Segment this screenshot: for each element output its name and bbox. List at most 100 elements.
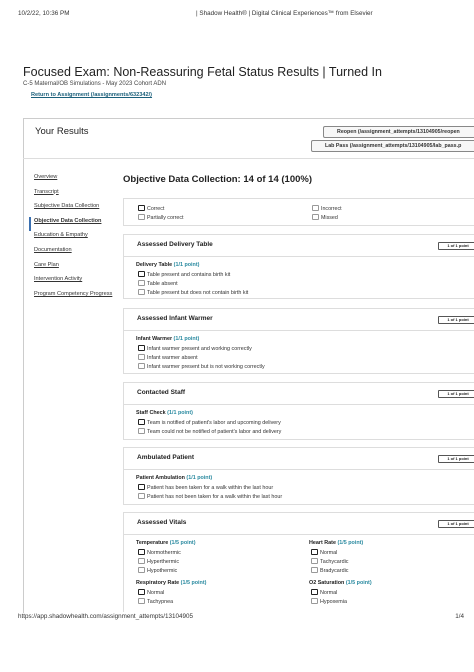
legend-correct: Correct [138, 205, 164, 212]
question-points: (1/1 point) [186, 475, 213, 481]
card-title: Assessed Delivery Table [137, 241, 213, 248]
checkbox-icon [138, 598, 145, 604]
page-title: Focused Exam: Non-Reassuring Fetal Statu… [23, 65, 382, 79]
nav-item-subjective-data[interactable]: Subjective Data Collection [31, 202, 121, 217]
points-badge: 1 of 1 point [438, 390, 474, 398]
question-heart-rate: Heart Rate (1/5 point) [309, 540, 363, 546]
option-item: Hypothermic [138, 567, 177, 574]
option-item: Infant warmer present but is not working… [138, 363, 265, 370]
points-badge: 1 of 1 point [438, 455, 474, 463]
card-title: Ambulated Patient [137, 454, 195, 461]
nav-item-objective-data[interactable]: Objective Data Collection [29, 216, 121, 232]
legend-missed: Missed [312, 214, 338, 221]
return-to-assignment-link[interactable]: Return to Assignment (/assignments/63234… [31, 92, 152, 98]
nav-item-education-empathy[interactable]: Education & Empathy [31, 231, 121, 246]
option-item: Normal [311, 549, 337, 556]
card-header: Assessed Infant Warmer 1 of 1 point [124, 309, 474, 331]
question-text: Infant Warmer [136, 336, 173, 342]
question-text: Temperature [136, 540, 169, 546]
card-title: Contacted Staff [137, 389, 186, 396]
checkbox-icon [311, 567, 318, 573]
nav-item-care-plan[interactable]: Care Plan [31, 261, 121, 276]
question-points: (1/5 point) [169, 540, 196, 546]
legend: Correct Partially correct Incorrect Miss… [123, 198, 474, 226]
option-item: Normal [138, 589, 164, 596]
card-header: Assessed Delivery Table 1 of 1 point [124, 235, 474, 257]
points-badge: 1 of 1 point [438, 316, 474, 324]
card-header: Ambulated Patient 1 of 1 point [124, 448, 474, 470]
checkbox-icon [138, 484, 145, 490]
checkbox-icon [138, 345, 145, 351]
option-item: Normal [311, 589, 337, 596]
question-label: Patient Ambulation (1/1 point) [136, 475, 212, 481]
option-item: Hyperthermic [138, 558, 179, 565]
legend-partial-label: Partially correct [147, 215, 184, 221]
question-text: Delivery Table [136, 262, 173, 268]
card-header: Contacted Staff 1 of 1 point [124, 383, 474, 405]
question-points: (1/5 point) [337, 540, 364, 546]
nav-item-intervention-activity[interactable]: Intervention Activity [31, 275, 121, 290]
print-page-number: 1/4 [455, 613, 464, 620]
card-contacted-staff: Contacted Staff 1 of 1 point Staff Check… [123, 382, 474, 440]
option-label: Patient has not been taken for a walk wi… [147, 494, 283, 500]
option-label: Patient has been taken for a walk within… [147, 485, 274, 491]
card-title: Assessed Infant Warmer [137, 315, 213, 322]
question-label: Staff Check (1/1 point) [136, 410, 193, 416]
option-label: Team could not be notified of patient's … [147, 429, 282, 435]
option-label: Infant warmer present but is not working… [147, 364, 265, 370]
card-title: Assessed Vitals [137, 519, 187, 526]
question-label: Delivery Table (1/1 point) [136, 262, 199, 268]
question-points: (1/1 point) [173, 336, 200, 342]
reopen-button[interactable]: Reopen (/assignment_attempts/13104905/re… [323, 126, 474, 138]
checkbox-icon [138, 271, 145, 277]
card-infant-warmer: Assessed Infant Warmer 1 of 1 point Infa… [123, 308, 474, 374]
points-badge: 1 of 1 point [438, 242, 474, 250]
card-assessed-vitals: Assessed Vitals 1 of 1 point Temperature… [123, 512, 474, 612]
option-item: Normothermic [138, 549, 181, 556]
option-item: Hypoxemia [311, 598, 347, 605]
question-points: (1/5 point) [345, 580, 372, 586]
legend-correct-label: Correct [147, 206, 165, 212]
option-label: Hypoxemia [320, 599, 347, 605]
checkbox-icon [311, 549, 318, 555]
checkbox-icon [312, 205, 319, 211]
question-points: (1/5 point) [180, 580, 207, 586]
legend-partially-correct: Partially correct [138, 214, 184, 221]
results-nav: Overview Transcript Subjective Data Coll… [29, 173, 121, 305]
option-item: Infant warmer present and working correc… [138, 345, 252, 352]
option-item: Patient has been taken for a walk within… [138, 484, 273, 491]
question-points: (1/1 point) [167, 410, 193, 416]
question-label: Infant Warmer (1/1 point) [136, 336, 199, 342]
legend-incorrect: Incorrect [312, 205, 342, 212]
option-item: Table present but does not contain birth… [138, 289, 248, 296]
option-label: Hypothermic [147, 568, 178, 574]
legend-incorrect-label: Incorrect [321, 206, 342, 212]
option-label: Normal [147, 590, 165, 596]
question-o2-saturation: O2 Saturation (1/5 point) [309, 580, 372, 586]
option-label: Normal [320, 550, 338, 556]
card-header: Assessed Vitals 1 of 1 point [124, 513, 474, 535]
option-item: Infant warmer absent [138, 354, 198, 361]
option-label: Infant warmer absent [147, 355, 198, 361]
nav-item-overview[interactable]: Overview [31, 173, 121, 188]
checkbox-icon [138, 289, 145, 295]
checkbox-icon [138, 558, 145, 564]
checkbox-icon [138, 205, 145, 211]
option-label: Infant warmer present and working correc… [147, 346, 252, 352]
question-text: Respiratory Rate [136, 580, 180, 586]
option-item: Table present and contains birth kit [138, 271, 230, 278]
print-page-title: | Shadow Health® | Digital Clinical Expe… [196, 10, 373, 17]
section-heading: Objective Data Collection: 14 of 14 (100… [123, 174, 313, 185]
print-date: 10/2/22, 10:36 PM [18, 10, 70, 17]
option-item: Tachypnea [138, 598, 173, 605]
checkbox-icon [312, 214, 319, 220]
question-temperature: Temperature (1/5 point) [136, 540, 196, 546]
option-label: Normothermic [147, 550, 181, 556]
question-text: Heart Rate [309, 540, 336, 546]
lab-pass-button[interactable]: Lab Pass (/assignment_attempts/13104905/… [311, 140, 474, 152]
card-delivery-table: Assessed Delivery Table 1 of 1 point Del… [123, 234, 474, 299]
nav-item-documentation[interactable]: Documentation [31, 246, 121, 261]
nav-item-program-competency[interactable]: Program Competency Progress [31, 290, 121, 305]
nav-item-transcript[interactable]: Transcript [31, 188, 121, 203]
option-label: Normal [320, 590, 338, 596]
